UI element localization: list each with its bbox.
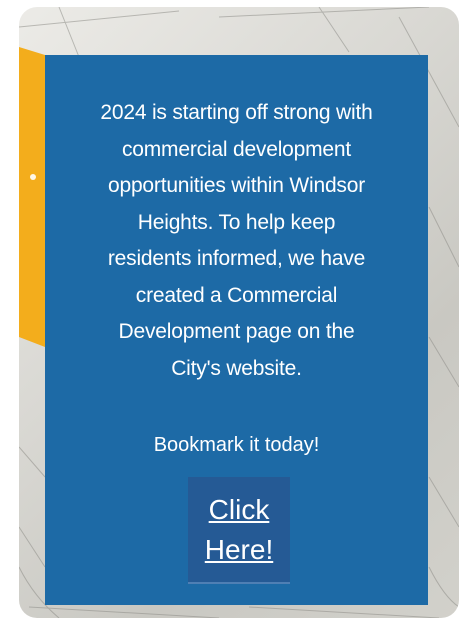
promo-message: 2024 is starting off strong with commerc… [100,101,373,380]
promo-card: 2024 is starting off strong with commerc… [19,7,459,618]
bookmark-text: Bookmark it today! [153,434,320,456]
click-here-button[interactable]: Click Here! [188,477,290,584]
orange-accent-shape [19,47,45,347]
